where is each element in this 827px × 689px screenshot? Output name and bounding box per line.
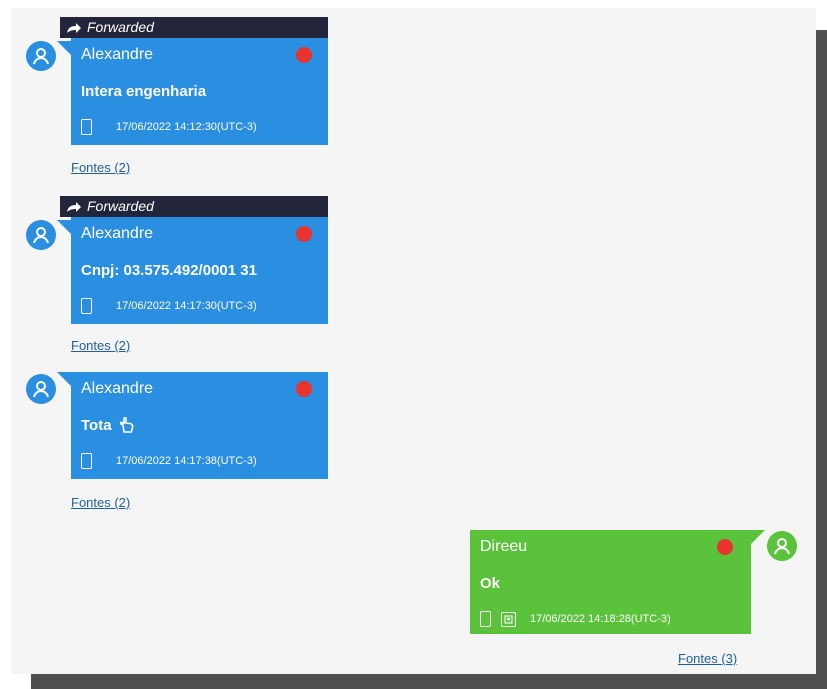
- forwarded-bar: Forwarded: [60, 196, 328, 217]
- timestamp: 17/06/2022 14:17:38(UTC-3): [116, 455, 257, 467]
- message-text: Ok: [480, 574, 501, 592]
- phone-device-icon: [81, 453, 92, 469]
- sender-name: Alexandre: [81, 379, 154, 397]
- forward-arrow-icon: [66, 201, 82, 213]
- timestamp: 17/06/2022 14:12:30(UTC-3): [116, 121, 257, 133]
- message-bubble[interactable]: Alexandre Intera engenharia 17/06/2022 1…: [71, 38, 328, 145]
- user-avatar-icon[interactable]: [26, 374, 56, 404]
- phone-device-icon: [81, 298, 92, 314]
- user-avatar-icon[interactable]: [26, 220, 56, 250]
- sources-link[interactable]: Fontes (2): [71, 338, 130, 353]
- sources-link[interactable]: Fontes (2): [71, 495, 130, 510]
- message-text: Intera engenharia: [81, 82, 207, 100]
- phone-device-icon: [480, 611, 491, 627]
- message-bubble[interactable]: Alexandre Cnpj: 03.575.492/0001 31 17/06…: [71, 217, 328, 324]
- sender-name: Alexandre: [81, 45, 154, 63]
- timestamp: 17/06/2022 14:17:30(UTC-3): [116, 300, 257, 312]
- bubble-tail: [57, 41, 71, 55]
- message-text-row: Tota: [71, 405, 328, 445]
- forwarded-bar: Forwarded: [60, 17, 328, 38]
- bubble-tail: [57, 220, 71, 234]
- user-avatar-icon[interactable]: [26, 41, 56, 71]
- message-text: Cnpj: 03.575.492/0001 31: [81, 261, 257, 279]
- pointing-hand-icon: [118, 416, 136, 434]
- chat-panel: Forwarded Alexandre Intera engenharia 17…: [11, 8, 816, 674]
- timestamp: 17/06/2022 14:18:28(UTC-3): [530, 613, 671, 625]
- status-dot-icon: [296, 225, 312, 242]
- bubble-tail: [57, 372, 71, 386]
- message-text: Tota: [81, 416, 112, 434]
- bubble-tail: [751, 530, 765, 544]
- sender-name: Direeu: [480, 537, 528, 555]
- status-dot-icon: [296, 46, 312, 63]
- status-dot-icon: [296, 380, 312, 397]
- sender-name: Alexandre: [81, 224, 154, 242]
- sources-link[interactable]: Fontes (2): [71, 160, 130, 175]
- message-bubble[interactable]: Alexandre Tota 17/06/2022 14:17:38(UTC-3…: [71, 372, 328, 479]
- message-bubble[interactable]: Direeu Ok 17/06/2022 14:18:28(UTC-3): [470, 530, 751, 634]
- status-dot-icon: [717, 538, 733, 555]
- forwarded-label: Forwarded: [87, 19, 154, 35]
- image-icon: [501, 611, 516, 627]
- user-avatar-icon[interactable]: [767, 531, 797, 561]
- sources-link[interactable]: Fontes (3): [678, 651, 737, 666]
- forward-arrow-icon: [66, 22, 82, 34]
- forwarded-label: Forwarded: [87, 198, 154, 214]
- phone-device-icon: [81, 119, 92, 135]
